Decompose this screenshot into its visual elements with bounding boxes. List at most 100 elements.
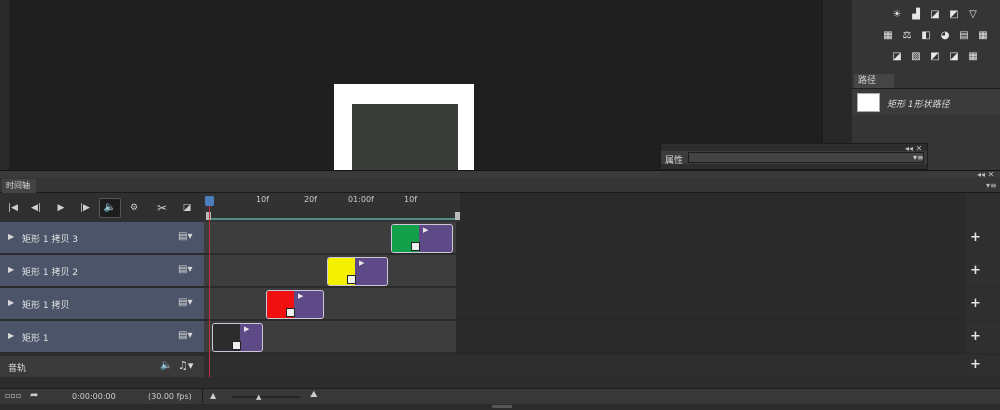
expand-icon[interactable]: ▶ [8,232,14,241]
track-empty[interactable] [456,222,966,254]
next-frame-icon[interactable]: |▶ [78,201,92,215]
zoom-slider-knob[interactable]: ▲ [256,393,261,401]
transition-icon[interactable]: ◪ [180,201,194,215]
bw-icon[interactable]: ◧ [919,30,933,42]
canvas-left-strip [0,0,9,170]
add-media-icon[interactable]: + [970,329,981,344]
gradient-icon[interactable]: ▽ [966,9,980,21]
footer-separator [202,389,203,403]
vibrance-icon[interactable]: ▦ [881,30,895,42]
rectangle-shape[interactable] [352,104,458,170]
current-time: 0:00:00:00 [72,392,116,401]
ruler-gutter [966,193,1000,222]
timeline-empty-area [0,377,1000,388]
exposure-icon[interactable]: ◩ [947,9,961,21]
film-icon[interactable]: ▤▾ [178,231,192,242]
resize-grip[interactable] [492,405,512,408]
zoom-out-icon[interactable]: ▲ [210,391,216,400]
layer-row[interactable]: ▶ 矩形 1 ▤▾ [0,321,204,353]
track-empty[interactable] [456,255,966,287]
path-item-label: 矩形 1形状路径 [887,100,950,110]
ruler-tick: 01:00f [348,195,374,204]
audio-track-label: 音轨 [8,364,27,374]
zoom-in-icon[interactable]: ⛰ [310,390,318,400]
zoom-slider[interactable] [232,396,300,398]
playhead-line[interactable] [209,206,210,378]
volume-icon[interactable]: 🔈 [160,360,172,371]
layer-name: 矩形 1 [22,334,49,344]
ruler-tick: 10f [404,195,417,204]
properties-label[interactable]: 属性 [665,153,683,166]
clip[interactable]: ▶ [266,290,324,319]
frame-rate: (30.00 fps) [148,392,192,401]
expand-icon[interactable]: ▶ [8,298,14,307]
track-empty[interactable] [456,321,966,353]
split-clip-icon[interactable]: ✂ [155,201,169,215]
panel-divider[interactable] [0,170,1000,178]
clip-play-icon: ▶ [359,259,365,267]
film-icon[interactable]: ▤▾ [178,330,192,341]
panel-menu-icon[interactable]: ▾≡ [913,153,924,162]
invert-icon[interactable]: ◪ [890,51,904,63]
layer-row[interactable]: ▶ 矩形 1 拷贝 3 ▤▾ [0,222,204,254]
hue-icon[interactable]: ⚖ [900,30,914,42]
film-icon[interactable]: ▤▾ [178,264,192,275]
film-icon[interactable]: ▤▾ [178,297,192,308]
work-area-end-handle[interactable] [455,212,460,220]
ruler-tick: 20f [304,195,317,204]
track-empty[interactable] [456,288,966,320]
photo-filter-icon[interactable]: ◕ [938,30,952,42]
first-frame-icon[interactable]: |◀ [6,201,20,215]
properties-field[interactable] [688,152,924,163]
clip-play-icon: ▶ [244,325,250,333]
color-lookup-icon[interactable]: ▦ [976,30,990,42]
posterize-icon[interactable]: ▨ [909,51,923,63]
clip-play-icon: ▶ [298,292,304,300]
expand-icon[interactable]: ▶ [8,331,14,340]
add-audio-icon[interactable]: + [970,357,981,372]
add-media-icon[interactable]: + [970,263,981,278]
settings-icon[interactable]: ⚙ [127,201,141,215]
export-icon[interactable]: ➦ [30,390,38,401]
add-media-icon[interactable]: + [970,296,981,311]
timeline-titlebar [0,178,1000,193]
clip-film-icon [411,242,420,251]
clip[interactable]: ▶ [212,323,263,352]
clip-film-icon [232,341,241,350]
previous-frame-icon[interactable]: ◀| [29,201,43,215]
layer-row[interactable]: ▶ 矩形 1 拷贝 ▤▾ [0,288,204,320]
channel-mixer-icon[interactable]: ▤ [957,30,971,42]
time-ruler-empty[interactable] [460,193,966,222]
clip-film-icon [347,275,356,284]
audio-toggle-icon[interactable]: 🔈 [99,198,121,218]
panel-menu-icon[interactable]: ▾≡ [986,181,997,190]
threshold-icon[interactable]: ◩ [928,51,942,63]
audio-track[interactable] [204,355,966,377]
gradient-map-icon[interactable]: ▦ [966,51,980,63]
add-media-icon[interactable]: + [970,230,981,245]
work-area-bar[interactable] [209,218,459,220]
tab-paths[interactable]: 路径 [854,74,894,88]
playhead-handle[interactable] [205,196,214,206]
ruler-tick: 10f [256,195,269,204]
audio-track-header[interactable] [0,355,204,377]
layer-name: 矩形 1 拷贝 [22,301,70,311]
layer-name: 矩形 1 拷贝 3 [22,235,79,245]
clip-play-icon: ▶ [423,226,429,234]
clip-film-icon [286,308,295,317]
clip[interactable]: ▶ [391,224,453,253]
path-thumbnail [857,93,880,112]
tab-timeline[interactable]: 时间轴 [2,179,36,193]
curves-icon[interactable]: ◪ [928,9,942,21]
brightness-icon[interactable]: ☀ [890,9,904,21]
render-icon[interactable]: ▫▫▫ [5,391,21,400]
play-icon[interactable]: ▶ [54,201,68,215]
layer-name: 矩形 1 拷贝 2 [22,268,79,278]
selective-color-icon[interactable]: ◪ [947,51,961,63]
music-note-icon[interactable]: ♫▾ [178,359,193,372]
expand-icon[interactable]: ▶ [8,265,14,274]
layer-row[interactable]: ▶ 矩形 1 拷贝 2 ▤▾ [0,255,204,287]
levels-icon[interactable]: ▟ [909,9,923,21]
clip[interactable]: ▶ [327,257,388,286]
track[interactable] [204,288,456,320]
